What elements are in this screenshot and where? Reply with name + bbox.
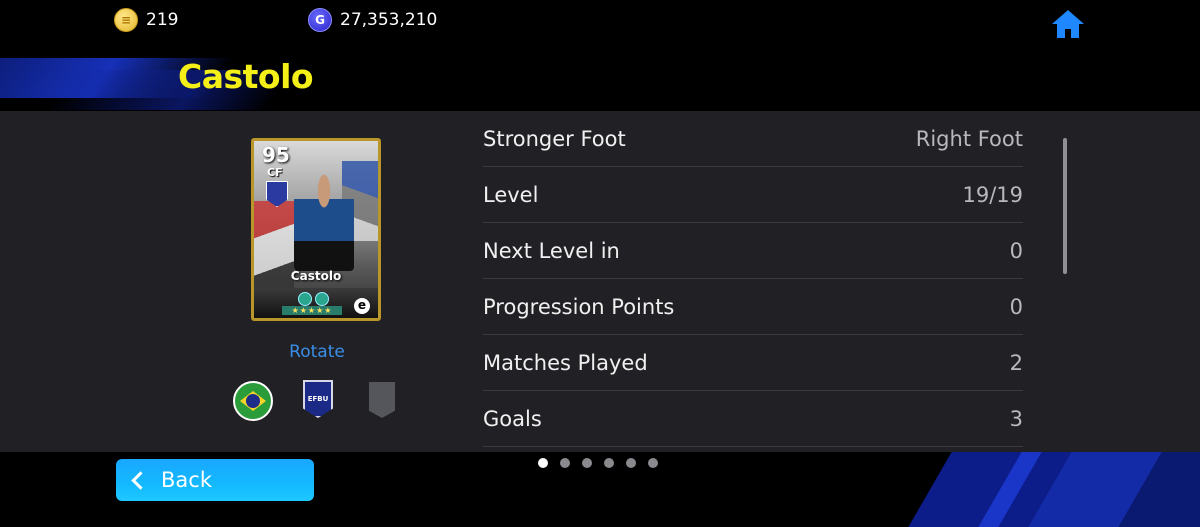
stat-label: Progression Points — [483, 294, 675, 319]
empty-badge-icon — [369, 382, 395, 418]
card-footer: ★★★★★ e — [254, 288, 378, 318]
gp-icon: G — [308, 8, 332, 32]
stats-list: Stronger Foot Right Foot Level 19/19 Nex… — [483, 111, 1023, 447]
page-indicator — [538, 458, 658, 468]
card-position: CF — [267, 166, 283, 179]
card-rating: 95 — [262, 143, 290, 167]
chevron-left-icon — [131, 470, 150, 490]
skill-pip-icon — [298, 292, 312, 306]
stats-scrollbar[interactable] — [1063, 138, 1067, 274]
bottom-bar: Back — [0, 452, 1200, 527]
stat-value: 0 — [1009, 238, 1023, 263]
stat-row-goals: Goals 3 — [483, 391, 1023, 447]
stat-row-stronger-foot: Stronger Foot Right Foot — [483, 111, 1023, 167]
stat-value: Right Foot — [915, 126, 1023, 151]
page-dot[interactable] — [582, 458, 592, 468]
stat-value: 19/19 — [962, 182, 1023, 207]
coins-counter: ≡ 219 — [114, 8, 178, 32]
stat-label: Stronger Foot — [483, 126, 626, 151]
card-player-name: Castolo — [290, 269, 342, 283]
page-dot[interactable] — [538, 458, 548, 468]
page-dot[interactable] — [560, 458, 570, 468]
gp-value: 27,353,210 — [340, 10, 438, 30]
stat-label: Matches Played — [483, 350, 648, 375]
skill-pip-icon — [315, 292, 329, 306]
stat-row-level: Level 19/19 — [483, 167, 1023, 223]
efootball-logo-icon: e — [354, 298, 370, 314]
rotate-button[interactable]: Rotate — [252, 342, 382, 362]
page-dot[interactable] — [626, 458, 636, 468]
efootball-coin-icon: ≡ — [114, 8, 138, 32]
stat-row-matches-played: Matches Played 2 — [483, 335, 1023, 391]
player-name-title: Castolo — [178, 57, 314, 96]
back-label: Back — [161, 468, 212, 492]
page-dot[interactable] — [604, 458, 614, 468]
page-dot[interactable] — [648, 458, 658, 468]
card-player-image — [294, 171, 354, 271]
stat-value: 3 — [1009, 406, 1023, 431]
player-card[interactable]: 95 CF Castolo ★★★★★ e — [251, 138, 381, 321]
home-icon — [1052, 10, 1084, 38]
footer-decoration — [908, 452, 1200, 527]
coins-value: 219 — [146, 10, 179, 30]
card-stars: ★★★★★ — [282, 306, 342, 315]
home-button[interactable] — [1050, 7, 1086, 41]
card-skill-pips — [298, 292, 329, 306]
stat-label: Next Level in — [483, 238, 620, 263]
stat-row-next-level: Next Level in 0 — [483, 223, 1023, 279]
gp-counter: G 27,353,210 — [308, 8, 437, 32]
stat-label: Level — [483, 182, 539, 207]
brazil-flag-icon[interactable] — [233, 381, 273, 421]
stat-row-progression-points: Progression Points 0 — [483, 279, 1023, 335]
stat-value: 0 — [1009, 294, 1023, 319]
back-button[interactable]: Back — [116, 459, 314, 501]
top-bar: ≡ 219 G 27,353,210 Castolo — [0, 0, 1200, 110]
stat-value: 2 — [1009, 350, 1023, 375]
stat-label: Goals — [483, 406, 542, 431]
